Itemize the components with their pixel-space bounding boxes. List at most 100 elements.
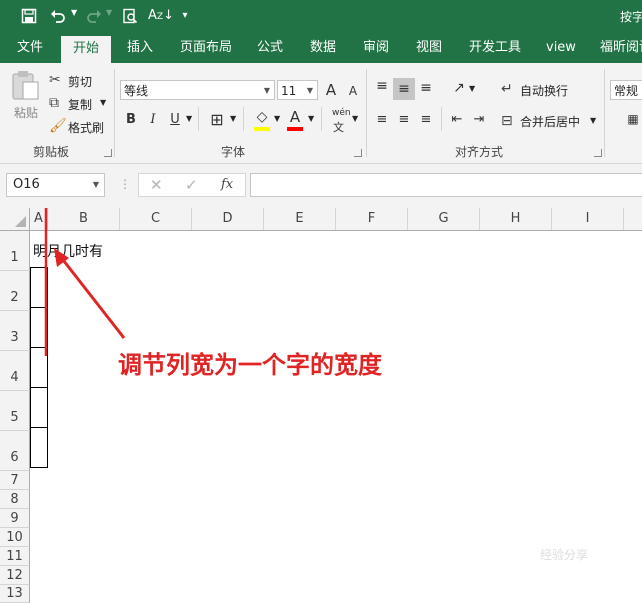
align-left-icon[interactable]: ≡ (373, 111, 391, 129)
column-header-j[interactable] (624, 208, 642, 230)
redo-icon[interactable] (84, 6, 104, 26)
fill-color-swatch (254, 127, 270, 131)
phonetic-dropdown-icon[interactable]: ▼ (352, 114, 358, 123)
print-preview-icon[interactable] (120, 6, 140, 26)
watermark: 经验分享 (540, 548, 589, 562)
font-color-icon[interactable]: A (286, 108, 304, 126)
font-name-select[interactable]: 等线 ▼ (120, 80, 275, 100)
tab-formulas[interactable]: 公式 (257, 33, 283, 63)
align-bottom-icon[interactable]: ≡ (417, 79, 435, 97)
formula-input[interactable] (250, 173, 642, 197)
column-header-i[interactable]: I (552, 208, 624, 230)
ribbon: 粘贴 ✂ 剪切 ⧉ 复制 ▼ 🖌 格式刷 剪贴板 等线 ▼ 11 ▼ A A B… (0, 63, 642, 164)
alignment-launcher-icon[interactable] (594, 149, 602, 157)
currency-icon[interactable]: ▦ (624, 110, 642, 128)
tab-view-addin[interactable]: view (546, 33, 576, 63)
column-header-e[interactable]: E (264, 208, 336, 230)
row-header-12[interactable]: 12 (0, 566, 30, 585)
bold-button[interactable]: B (122, 111, 140, 129)
column-header-d[interactable]: D (192, 208, 264, 230)
row-header-8[interactable]: 8 (0, 490, 30, 509)
tab-view[interactable]: 视图 (416, 33, 442, 63)
name-box-value: O16 (13, 177, 40, 192)
align-top-icon[interactable]: ≡ (373, 77, 391, 95)
sort-icon[interactable]: AZ↓ (148, 6, 174, 26)
clipboard-launcher-icon[interactable] (104, 149, 112, 157)
grow-font-button[interactable]: A (322, 81, 340, 99)
tab-page-layout[interactable]: 页面布局 (180, 33, 232, 63)
group-divider (604, 69, 605, 157)
cut-button[interactable]: 剪切 (68, 73, 92, 90)
paste-label: 粘贴 (13, 106, 38, 120)
column-header-g[interactable]: G (408, 208, 480, 230)
cut-icon: ✂ (49, 72, 61, 88)
align-center-icon[interactable]: ≡ (395, 111, 413, 129)
divider (198, 107, 199, 131)
format-painter-icon: 🖌 (49, 118, 67, 134)
window-title: 按字 (620, 10, 642, 24)
orientation-dropdown-icon[interactable]: ▼ (469, 84, 475, 93)
copy-dropdown-icon[interactable]: ▼ (100, 98, 106, 107)
font-color-swatch (287, 127, 303, 131)
font-color-dropdown-icon[interactable]: ▼ (308, 114, 314, 123)
align-middle-icon[interactable]: ≡ (393, 78, 415, 100)
row-header-9[interactable]: 9 (0, 509, 30, 528)
annotation-arrow (44, 208, 126, 356)
tab-insert[interactable]: 插入 (127, 33, 153, 63)
column-header-h[interactable]: H (480, 208, 552, 230)
redo-dropdown-icon[interactable]: ▼ (106, 8, 112, 17)
formula-bar-grip-icon[interactable]: ⋮ (119, 177, 131, 191)
tab-file[interactable]: 文件 (17, 33, 43, 63)
tab-foxit[interactable]: 福昕阅读 (600, 33, 642, 63)
row-header-10[interactable]: 10 (0, 528, 30, 547)
underline-button[interactable]: U (166, 111, 184, 129)
shrink-font-button[interactable]: A (344, 82, 362, 100)
tab-data[interactable]: 数据 (310, 33, 336, 63)
orientation-icon[interactable]: ↗ (450, 79, 468, 97)
merge-dropdown-icon[interactable]: ▼ (590, 116, 596, 125)
fill-color-dropdown-icon[interactable]: ▼ (274, 114, 280, 123)
tab-developer[interactable]: 开发工具 (469, 33, 521, 63)
wrap-text-icon: ↵ (501, 81, 513, 97)
font-launcher-icon[interactable] (354, 149, 362, 157)
row-header-11[interactable]: 11 (0, 547, 30, 566)
tab-review[interactable]: 审阅 (363, 33, 389, 63)
customize-icon[interactable]: ▾ (178, 6, 192, 26)
borders-dropdown-icon[interactable]: ▼ (230, 114, 236, 123)
save-icon[interactable] (18, 6, 40, 26)
merge-center-icon: ⊟ (501, 113, 513, 129)
copy-button[interactable]: 复制 (68, 96, 92, 113)
fill-color-icon[interactable]: ◇ (253, 108, 271, 126)
cancel-icon[interactable]: ✕ (150, 176, 163, 194)
font-size-value: 11 (281, 84, 297, 98)
divider (441, 107, 442, 131)
format-painter-button[interactable]: 格式刷 (68, 119, 104, 136)
chevron-down-icon: ▼ (306, 86, 313, 95)
italic-button[interactable]: I (144, 111, 162, 129)
increase-indent-icon[interactable]: ⇥ (470, 111, 488, 129)
font-size-select[interactable]: 11 ▼ (277, 80, 318, 100)
borders-icon[interactable]: ⊞ (208, 111, 226, 129)
undo-dropdown-icon[interactable]: ▼ (71, 8, 77, 17)
phonetic-icon: 文 (333, 121, 344, 134)
number-format-select[interactable]: 常规 (610, 80, 642, 100)
phonetic-button[interactable]: wén (332, 108, 351, 118)
row-header-13[interactable]: 13 (0, 585, 30, 603)
wrap-text-button[interactable]: 自动换行 (520, 82, 568, 99)
insert-function-icon[interactable]: fx (221, 177, 233, 192)
enter-icon[interactable]: ✓ (185, 176, 198, 194)
tab-home[interactable]: 开始 (61, 36, 112, 63)
merge-center-button[interactable]: 合并后居中 (520, 113, 580, 130)
formula-buttons: ✕ ✓ fx (138, 173, 246, 197)
annotation-text: 调节列宽为一个字的宽度 (118, 351, 382, 379)
decrease-indent-icon[interactable]: ⇤ (448, 111, 466, 129)
paste-button[interactable]: 粘贴 (10, 69, 42, 129)
copy-icon: ⧉ (49, 95, 59, 111)
align-right-icon[interactable]: ≡ (417, 111, 435, 129)
font-group-label: 字体 (221, 145, 246, 159)
underline-dropdown-icon[interactable]: ▼ (186, 114, 192, 123)
name-box[interactable]: O16 ▼ (6, 173, 105, 197)
undo-icon[interactable] (48, 6, 68, 26)
number-format-value: 常规 (614, 84, 639, 98)
column-header-f[interactable]: F (336, 208, 408, 230)
